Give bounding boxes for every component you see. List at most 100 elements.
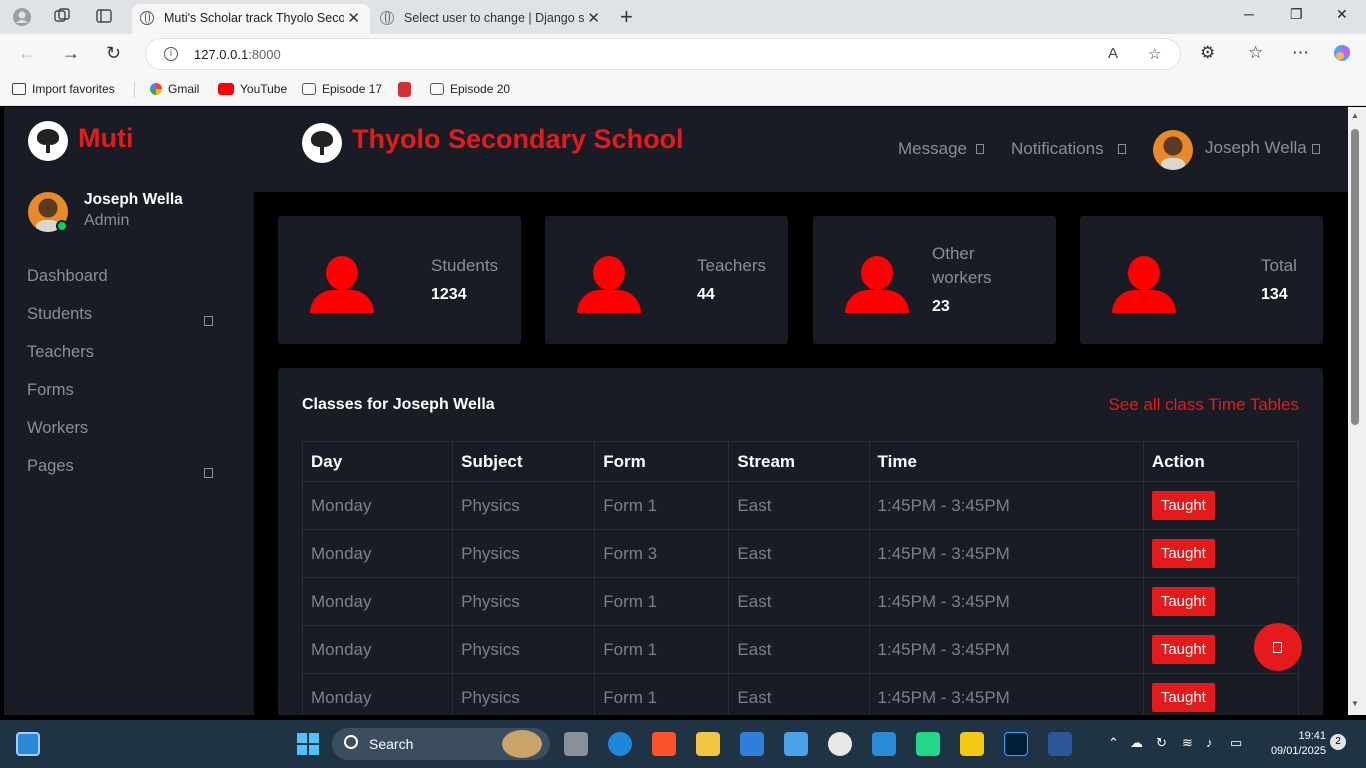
brave-icon[interactable] [652,732,676,756]
favorite-label: Import favorites [32,82,115,96]
cell-subject: Physics [452,481,596,530]
favorite-gmail[interactable]: Gmail [150,82,199,96]
task-view-icon[interactable] [564,732,588,756]
cell-subject: Physics [452,673,596,715]
media-player-icon[interactable] [828,732,852,756]
table-row: Monday Physics Form 1 East 1:45PM - 3:45… [301,625,1300,674]
forward-icon[interactable]: → [62,43,80,64]
tab-inactive[interactable]: Select user to change | Django site ✕ [372,4,610,34]
profile-dropdown-icon[interactable] [1312,144,1320,154]
word-icon[interactable] [1048,732,1072,756]
restore-icon[interactable]: ❐ [1290,6,1303,23]
brand-name[interactable]: Muti [78,123,133,154]
start-icon[interactable] [296,732,320,756]
back-icon[interactable]: ← [18,43,36,64]
column-header: Action [1142,441,1300,482]
copilot-icon[interactable] [1332,43,1352,68]
stat-label: Total [1261,256,1297,275]
read-aloud-icon[interactable]: A [1108,45,1118,62]
sidebar-item-students[interactable]: Students [27,305,92,324]
workspaces-icon[interactable] [52,7,72,27]
floating-action-button[interactable] [1254,623,1302,671]
column-header: Stream [728,441,870,482]
extensions-icon[interactable]: ⚙ [1200,43,1215,63]
pdf-icon [398,82,411,97]
tab-active[interactable]: Muti's Scholar track Thyolo Secon ✕ [132,4,370,34]
cell-action: Taught [1142,529,1300,578]
favorites-bar: Import favorites Gmail YouTube Episode 1… [0,74,1366,106]
search-highlight-icon [502,730,542,758]
site-info-icon[interactable]: i [164,47,178,61]
taught-button[interactable]: Taught [1151,491,1215,520]
see-all-timetables-link[interactable]: See all class Time Tables [1108,395,1299,415]
chevron-down-icon[interactable] [204,316,213,326]
sync-icon[interactable]: ↻ [1156,735,1167,751]
sidebar-item-workers[interactable]: Workers [27,419,88,438]
pycharm-icon[interactable] [916,732,940,756]
taught-button[interactable]: Taught [1151,587,1215,616]
window-close-icon[interactable]: ✕ [1336,6,1348,23]
onedrive-icon[interactable]: ☁ [1130,735,1143,751]
taught-button[interactable]: Taught [1151,539,1215,568]
url-input[interactable]: i 127.0.0.1:8000 A ☆ [145,38,1181,70]
profile-icon[interactable] [12,7,32,27]
sidebar-item-forms[interactable]: Forms [27,381,74,400]
sidebar: Muti Joseph Wella Admin Dashboard Studen… [4,107,254,715]
sidebar-item-pages[interactable]: Pages [27,457,74,476]
more-icon[interactable]: ⋯ [1292,43,1309,63]
tab-title: Select user to change | Django site [404,11,584,25]
sidebar-item-dashboard[interactable]: Dashboard [27,267,108,286]
school-logo-icon[interactable] [302,123,342,163]
taught-button[interactable]: Taught [1151,635,1215,664]
chevron-up-icon[interactable]: ⌃ [1108,735,1119,751]
close-tab-icon[interactable]: ✕ [587,9,600,27]
favorite-import[interactable]: Import favorites [12,82,115,96]
scroll-up-icon[interactable]: ▲ [1351,111,1359,120]
favorites-icon[interactable]: ☆ [1248,43,1263,63]
message-link[interactable]: Message [898,139,967,159]
minimize-icon[interactable]: ─ [1244,6,1254,22]
page-scrollbar[interactable]: ▲ ▼ [1348,107,1366,715]
photos-icon[interactable] [784,732,808,756]
taskbar-search-input[interactable]: Search [332,728,550,760]
cell-subject: Physics [452,625,596,674]
volume-icon[interactable]: ♪ [1206,735,1213,750]
favorite-star-icon[interactable]: ☆ [1148,45,1161,63]
favorite-pdf[interactable] [398,82,417,98]
message-icon[interactable] [976,144,984,154]
stat-value: 44 [697,286,715,303]
photoshop-icon[interactable] [1004,732,1028,756]
favorite-episode-17[interactable]: Episode 17 [302,82,382,96]
new-tab-button[interactable]: + [620,4,633,30]
widgets-icon[interactable] [16,732,40,756]
close-tab-icon[interactable]: ✕ [347,9,360,27]
column-header: Form [594,441,730,482]
tab-actions-icon[interactable] [94,7,114,27]
taskbar-clock[interactable]: 19:41 09/01/2025 [1256,729,1326,759]
refresh-icon[interactable]: ↻ [106,43,121,64]
favorite-episode-20[interactable]: Episode 20 [430,82,510,96]
avatar[interactable] [1153,130,1193,170]
battery-icon[interactable]: ▭ [1230,735,1242,751]
chevron-down-icon[interactable] [204,468,213,478]
stat-value: 1234 [431,286,467,303]
cell-day: Monday [301,529,454,578]
notifications-icon[interactable] [1118,144,1126,154]
player-icon[interactable] [960,732,984,756]
file-explorer-icon[interactable] [696,732,720,756]
sidebar-item-teachers[interactable]: Teachers [27,343,94,362]
profile-user-name[interactable]: Joseph Wella [1205,138,1307,158]
edge-icon[interactable] [608,732,632,756]
scroll-down-icon[interactable]: ▼ [1351,699,1359,708]
notification-badge[interactable]: 2 [1330,734,1346,750]
vscode-icon[interactable] [872,732,896,756]
notifications-link[interactable]: Notifications [1011,139,1104,159]
favorite-label: Episode 17 [322,82,383,96]
store-icon[interactable] [740,732,764,756]
wifi-icon[interactable]: ≋ [1182,735,1193,751]
favorite-youtube[interactable]: YouTube [218,82,287,96]
scrollbar-thumb[interactable] [1351,129,1359,425]
cell-stream: East [728,529,870,578]
school-logo-icon[interactable] [28,121,68,161]
taught-button[interactable]: Taught [1151,683,1215,712]
